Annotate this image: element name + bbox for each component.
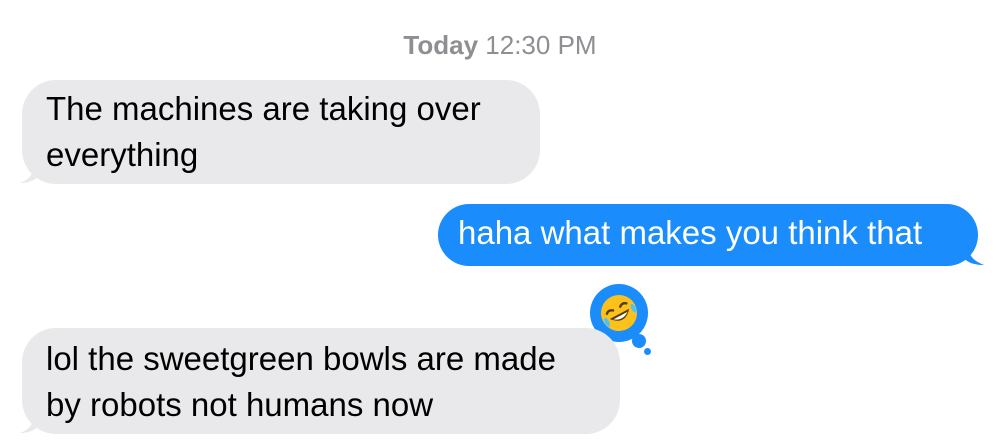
timestamp-day: Today (403, 30, 479, 60)
tapback-tail-dot-small (644, 348, 651, 355)
message-text: haha what makes you think that (458, 214, 923, 251)
rolling-on-floor-laughing-emoji-icon (601, 295, 637, 331)
tapback-tail-dot (632, 334, 646, 348)
message-text: The machines are taking over everything (46, 90, 481, 173)
outgoing-message-bubble[interactable]: haha what makes you think that (438, 204, 978, 266)
message-text: lol the sweetgreen bowls are made by rob… (46, 340, 556, 423)
timestamp-time: 12:30 PM (485, 30, 597, 60)
incoming-message-bubble[interactable]: The machines are taking over everything (22, 80, 540, 184)
conversation-timestamp: Today 12:30 PM (0, 28, 1000, 62)
incoming-message-bubble[interactable]: lol the sweetgreen bowls are made by rob… (22, 328, 620, 434)
